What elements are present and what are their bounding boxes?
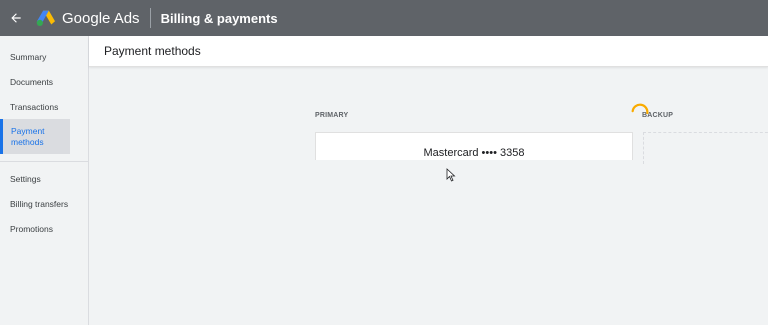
billing-sidebar: Summary Documents Transactions Payment m… — [0, 36, 89, 325]
sidebar-item-summary[interactable]: Summary — [0, 44, 88, 69]
section-title: Billing & payments — [160, 10, 278, 26]
backup-payment-slot[interactable] — [643, 132, 768, 164]
mouse-cursor-icon — [446, 168, 456, 182]
sidebar-item-promotions[interactable]: Promotions — [0, 216, 88, 241]
primary-label: PRIMARY — [315, 112, 349, 119]
card-name: Mastercard •••• 3358 — [423, 147, 525, 159]
back-button[interactable] — [8, 10, 24, 26]
header-divider — [149, 8, 151, 28]
top-app-bar: Google Ads Billing & payments — [0, 0, 768, 36]
loading-spinner-icon — [631, 103, 649, 115]
sidebar-divider — [0, 154, 88, 162]
page-title: Payment methods — [104, 44, 201, 58]
primary-payment-card[interactable]: Mastercard •••• 3358 — [315, 132, 633, 160]
main-content: Payment methods PRIMARY BACKUP Mastercar… — [89, 36, 768, 325]
page-header: Payment methods — [89, 36, 768, 67]
sidebar-item-billing-transfers[interactable]: Billing transfers — [0, 191, 88, 216]
sidebar-item-payment-methods[interactable]: Payment methods — [0, 119, 70, 154]
sidebar-item-settings[interactable]: Settings — [0, 166, 88, 191]
sidebar-item-documents[interactable]: Documents — [0, 69, 88, 94]
sidebar-item-transactions[interactable]: Transactions — [0, 94, 88, 119]
arrow-left-icon — [11, 13, 21, 23]
brand-name: Google Ads — [62, 9, 140, 27]
google-ads-logo-icon — [36, 10, 55, 27]
